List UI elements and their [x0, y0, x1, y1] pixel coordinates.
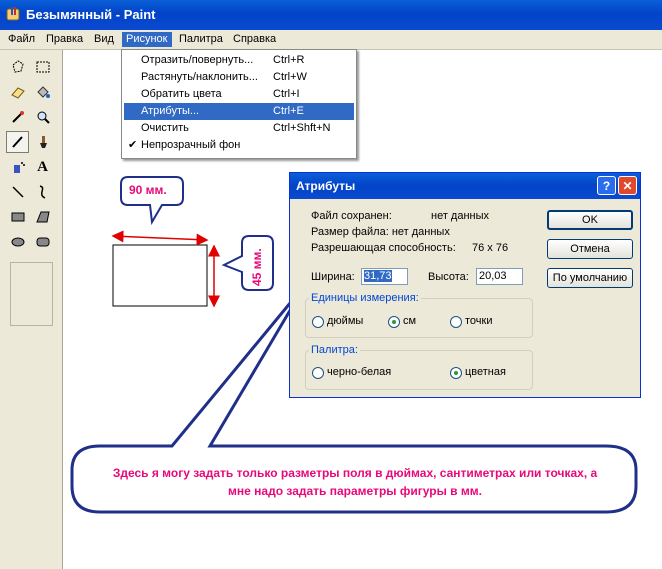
radio-inches[interactable]: [312, 316, 324, 328]
menu-item-clear[interactable]: Очистить Ctrl+Shft+N: [124, 120, 354, 137]
radio-cm[interactable]: [388, 316, 400, 328]
radio-cm-label: см: [403, 315, 417, 327]
rectangle-figure: [112, 244, 208, 307]
palette-group-title: Палитра:: [309, 344, 360, 356]
file-size-text: Размер файла: нет данных: [311, 226, 450, 238]
width-arrow: [111, 230, 209, 246]
radio-inches-label: дюймы: [327, 315, 364, 327]
height-callout-bubble: [221, 235, 274, 291]
dialog-title-bar: Атрибуты ? ✕: [290, 173, 640, 199]
radio-pixels-label: точки: [465, 315, 493, 327]
attributes-dialog: Атрибуты ? ✕ Файл сохранен: нет данных Р…: [289, 172, 641, 398]
menu-item-opaque-background[interactable]: ✔ Непрозрачный фон: [124, 137, 354, 154]
file-saved-value: нет данных: [431, 210, 490, 222]
menu-item-flip-rotate[interactable]: Отразить/повернуть... Ctrl+R: [124, 52, 354, 69]
default-button[interactable]: По умолчанию: [547, 268, 633, 288]
radio-pixels[interactable]: [450, 316, 462, 328]
radio-black-white-label: черно-белая: [327, 366, 392, 378]
units-group-title: Единицы измерения:: [309, 292, 421, 304]
image-menu-dropdown: Отразить/повернуть... Ctrl+R Растянуть/на…: [121, 49, 357, 159]
ok-button[interactable]: OK: [547, 210, 633, 230]
height-field[interactable]: 20,03: [476, 268, 523, 285]
menu-item-invert-colors[interactable]: Обратить цвета Ctrl+I: [124, 86, 354, 103]
height-label: Высота:: [428, 271, 469, 283]
width-value: 31,73: [364, 270, 392, 282]
resolution-label: Разрешающая способность:: [311, 242, 456, 254]
close-button[interactable]: ✕: [618, 176, 637, 195]
width-label: Ширина:: [311, 271, 355, 283]
menu-item-attributes[interactable]: Атрибуты... Ctrl+E: [124, 103, 354, 120]
cancel-button[interactable]: Отмена: [547, 239, 633, 259]
resolution-value: 76 x 76: [472, 242, 509, 254]
menu-item-stretch-skew[interactable]: Растянуть/наклонить... Ctrl+W: [124, 69, 354, 86]
checkmark-icon: ✔: [128, 139, 138, 151]
radio-color-label: цветная: [465, 366, 506, 378]
dialog-title: Атрибуты: [296, 179, 356, 193]
width-field[interactable]: 31,73: [361, 268, 408, 285]
width-annotation: 90 мм.: [129, 183, 167, 197]
radio-black-white[interactable]: [312, 367, 324, 379]
file-saved-label: Файл сохранен:: [311, 210, 392, 222]
radio-color[interactable]: [450, 367, 462, 379]
help-button[interactable]: ?: [597, 176, 616, 195]
comment-annotation: Здесь я могу задать только разметры поля…: [112, 466, 598, 498]
height-annotation: 45 мм.: [250, 248, 264, 286]
